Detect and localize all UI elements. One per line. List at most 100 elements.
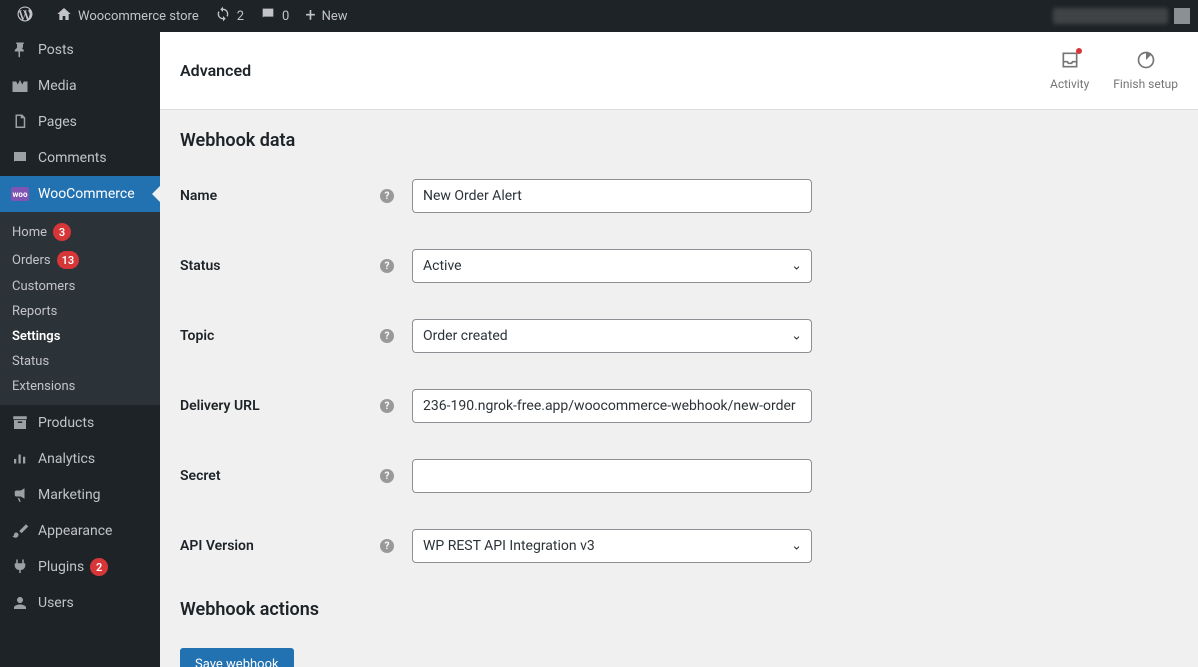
megaphone-icon (10, 485, 30, 505)
sidebar-label: Products (38, 415, 94, 431)
sidebar-item-posts[interactable]: Posts (0, 32, 160, 68)
webhook-actions-heading: Webhook actions (180, 599, 1178, 620)
submenu-item-customers[interactable]: Customers (0, 274, 160, 299)
comment-icon (260, 6, 276, 26)
help-icon[interactable]: ? (380, 539, 394, 553)
submenu-item-reports[interactable]: Reports (0, 299, 160, 324)
help-icon[interactable]: ? (380, 329, 394, 343)
user-icon (10, 593, 30, 613)
topic-select[interactable]: Order created (412, 319, 812, 353)
field-row-api-version: API Version ? WP REST API Integration v3… (180, 529, 1178, 563)
submenu-label: Reports (12, 304, 57, 319)
submenu-item-home[interactable]: Home 3 (0, 218, 160, 246)
submenu-label: Orders (12, 253, 51, 268)
sidebar-item-marketing[interactable]: Marketing (0, 477, 160, 513)
finish-setup-button[interactable]: Finish setup (1113, 50, 1178, 91)
sidebar-label: Posts (38, 42, 74, 58)
sidebar-label: WooCommerce (38, 186, 135, 202)
inbox-icon (1060, 50, 1080, 75)
sidebar-item-analytics[interactable]: Analytics (0, 441, 160, 477)
sidebar-item-products[interactable]: Products (0, 405, 160, 441)
admin-bar-comments[interactable]: 0 (252, 0, 297, 32)
media-icon (10, 76, 30, 96)
sidebar-label: Plugins (38, 559, 84, 575)
wordpress-icon (16, 5, 34, 27)
name-input[interactable] (412, 179, 812, 213)
sidebar-item-users[interactable]: Users (0, 585, 160, 621)
admin-bar-site-name[interactable]: Woocommerce store (48, 0, 207, 32)
status-label: Status (180, 258, 380, 274)
site-name-text: Woocommerce store (78, 9, 199, 24)
help-icon[interactable]: ? (380, 189, 394, 203)
activity-button[interactable]: Activity (1050, 50, 1089, 91)
sidebar-label: Analytics (38, 451, 95, 467)
field-row-name: Name ? (180, 179, 1178, 213)
admin-bar-new[interactable]: + New (297, 0, 355, 32)
save-webhook-button[interactable]: Save webhook (180, 648, 294, 667)
sidebar-item-woocommerce[interactable]: woo WooCommerce (0, 176, 160, 212)
pages-icon (10, 112, 30, 132)
badge: 3 (53, 223, 71, 241)
sidebar-item-comments[interactable]: Comments (0, 140, 160, 176)
admin-bar-updates[interactable]: 2 (207, 0, 252, 32)
sidebar-label: Marketing (38, 487, 101, 503)
submenu-item-settings[interactable]: Settings (0, 324, 160, 349)
user-name-blur (1053, 8, 1168, 24)
api-version-label: API Version (180, 538, 380, 554)
admin-bar: Woocommerce store 2 0 + New (0, 0, 1198, 32)
admin-bar-user[interactable] (1053, 8, 1190, 24)
field-row-delivery-url: Delivery URL ? (180, 389, 1178, 423)
home-icon (56, 6, 72, 26)
status-select[interactable]: Active (412, 249, 812, 283)
help-icon[interactable]: ? (380, 469, 394, 483)
sidebar-label: Comments (38, 150, 107, 166)
delivery-url-input[interactable] (412, 389, 812, 423)
avatar (1174, 8, 1190, 24)
comments-count: 0 (282, 9, 289, 24)
archive-icon (10, 413, 30, 433)
sidebar-label: Pages (38, 114, 77, 130)
comment-icon (10, 148, 30, 168)
progress-icon (1136, 50, 1156, 75)
updates-count: 2 (237, 9, 244, 24)
field-row-topic: Topic ? Order created ⌄ (180, 319, 1178, 353)
submenu-label: Settings (12, 329, 60, 344)
submenu-item-extensions[interactable]: Extensions (0, 374, 160, 399)
help-icon[interactable]: ? (380, 399, 394, 413)
help-icon[interactable]: ? (380, 259, 394, 273)
admin-bar-wp-logo[interactable] (8, 0, 48, 32)
sidebar-item-media[interactable]: Media (0, 68, 160, 104)
api-version-select[interactable]: WP REST API Integration v3 (412, 529, 812, 563)
submenu-label: Customers (12, 279, 75, 294)
stats-icon (10, 449, 30, 469)
submenu-item-orders[interactable]: Orders 13 (0, 246, 160, 274)
activity-label: Activity (1050, 77, 1089, 91)
admin-sidebar: Posts Media Pages Comments woo WooCommer… (0, 32, 160, 667)
page-title: Advanced (180, 61, 251, 80)
woocommerce-icon: woo (10, 184, 30, 204)
badge: 13 (57, 251, 80, 269)
update-icon (215, 6, 231, 26)
sidebar-item-pages[interactable]: Pages (0, 104, 160, 140)
plug-icon (10, 557, 30, 577)
woocommerce-submenu: Home 3 Orders 13 Customers Reports Setti… (0, 212, 160, 405)
finish-setup-label: Finish setup (1113, 77, 1178, 91)
pin-icon (10, 40, 30, 60)
submenu-label: Home (12, 225, 47, 240)
sidebar-label: Media (38, 78, 77, 94)
submenu-label: Extensions (12, 379, 75, 394)
sidebar-item-appearance[interactable]: Appearance (0, 513, 160, 549)
field-row-status: Status ? Active ⌄ (180, 249, 1178, 283)
webhook-form: Webhook data Name ? Status ? Active ⌄ To… (160, 110, 1198, 667)
sidebar-item-plugins[interactable]: Plugins 2 (0, 549, 160, 585)
secret-input[interactable] (412, 459, 812, 493)
delivery-url-label: Delivery URL (180, 398, 380, 414)
header-actions: Activity Finish setup (1050, 50, 1178, 91)
plus-icon: + (305, 7, 315, 25)
main-content: Advanced Activity Finish setup (160, 32, 1198, 667)
submenu-item-status[interactable]: Status (0, 349, 160, 374)
sidebar-label: Appearance (38, 523, 112, 539)
secret-label: Secret (180, 468, 380, 484)
submenu-label: Status (12, 354, 49, 369)
badge: 2 (90, 558, 108, 576)
